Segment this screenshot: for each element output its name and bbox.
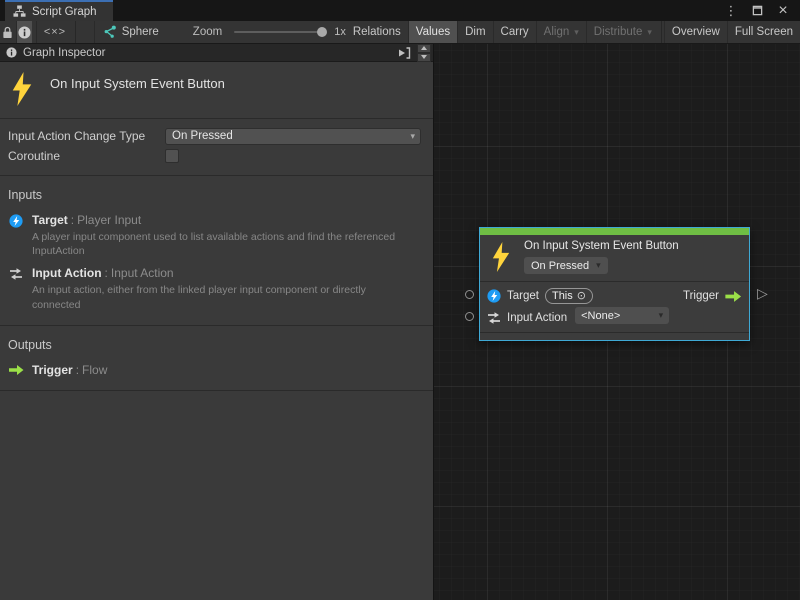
dock-panel-button[interactable] — [394, 47, 414, 59]
trigger-output-port[interactable]: ▷ — [757, 286, 768, 300]
port-doc-input-action: Input Action:Input Action An input actio… — [0, 262, 433, 315]
inputs-section: Inputs Target:Player Input A player inpu… — [0, 176, 433, 325]
graph-node-icon — [103, 25, 117, 39]
dock-icon — [397, 47, 411, 59]
input-action-port-label: Input Action — [507, 312, 567, 324]
lock-button[interactable] — [0, 21, 16, 43]
port-description: An input action, either from the linked … — [32, 283, 406, 311]
values-button[interactable]: Values — [408, 21, 457, 43]
triangle-up-icon — [421, 46, 427, 50]
variables-button[interactable]: <×> — [36, 21, 73, 43]
tab-script-graph[interactable]: Script Graph — [5, 0, 113, 21]
change-type-label: Input Action Change Type — [8, 129, 165, 143]
dim-button[interactable]: Dim — [457, 21, 492, 43]
scroll-down-button[interactable] — [417, 53, 431, 62]
info-icon — [18, 26, 31, 39]
change-type-value: On Pressed — [172, 130, 233, 142]
inspector-empty-area — [0, 391, 433, 600]
player-input-icon — [8, 214, 24, 258]
maximize-icon[interactable] — [750, 3, 764, 19]
graph-reference-label: Sphere — [122, 26, 159, 38]
fullscreen-button[interactable]: Full Screen — [727, 21, 800, 43]
carry-button[interactable]: Carry — [493, 21, 536, 43]
info-icon — [6, 47, 17, 58]
tab-bar: Script Graph ⋮ × — [0, 0, 800, 21]
port-doc-trigger: Trigger:Flow — [0, 359, 433, 381]
object-picker-icon: ⊙ — [577, 291, 586, 302]
zoom-value: 1x — [334, 26, 346, 38]
trigger-port-label: Trigger — [683, 290, 719, 302]
toolbar-right-group: Relations Values Dim Carry Align▾ Distri… — [346, 21, 800, 43]
target-input-port[interactable] — [465, 290, 474, 299]
port-description: A player input component used to list av… — [32, 230, 406, 258]
chevron-down-icon: ▾ — [410, 131, 415, 142]
inputs-heading: Inputs — [0, 181, 433, 209]
node-title: On Input System Event Button — [524, 240, 679, 252]
input-action-input-port[interactable] — [465, 312, 474, 321]
script-graph-window: Script Graph ⋮ × — [0, 0, 800, 600]
close-icon[interactable]: × — [776, 3, 790, 19]
node-header: On Input System Event Button On Pressed … — [480, 235, 749, 282]
node-on-input-system-event-button[interactable]: On Input System Event Button On Pressed … — [479, 227, 750, 341]
coroutine-label: Coroutine — [8, 149, 165, 163]
node-event-colorbar — [480, 228, 749, 235]
inspector-header: Graph Inspector — [0, 44, 433, 62]
selected-node-summary: On Input System Event Button — [0, 62, 433, 118]
lightning-bolt-icon — [10, 72, 34, 106]
chevron-down-icon: ▾ — [647, 27, 652, 38]
coroutine-checkbox[interactable] — [165, 149, 179, 163]
zoom-label: Zoom — [193, 26, 222, 38]
relations-button[interactable]: Relations — [346, 21, 408, 43]
node-mode-dropdown[interactable]: On Pressed ▾ — [524, 257, 608, 274]
outputs-heading: Outputs — [0, 331, 433, 359]
trigger-flow-arrow-icon — [725, 290, 742, 303]
align-button[interactable]: Align▾ — [536, 21, 586, 43]
distribute-button[interactable]: Distribute▾ — [586, 21, 659, 43]
input-action-icon — [487, 311, 501, 325]
zoom-slider-knob[interactable] — [317, 27, 327, 37]
zoom-slider[interactable] — [234, 31, 326, 33]
window-controls: ⋮ × — [724, 0, 800, 21]
inspector-toggle-button[interactable] — [16, 21, 32, 43]
graph-canvas[interactable]: On Input System Event Button On Pressed … — [434, 44, 800, 600]
toolbar-separator — [661, 21, 662, 43]
variables-icon: <×> — [44, 26, 66, 38]
toolbar: <×> Sphere Zoom 1x — [0, 21, 800, 44]
lock-icon — [2, 26, 13, 39]
chevron-down-icon: ▾ — [596, 260, 601, 271]
inspector-fields: Input Action Change Type On Pressed ▾ Co… — [0, 119, 433, 175]
inspector-title: Graph Inspector — [23, 47, 105, 59]
triangle-down-icon — [421, 55, 427, 59]
input-action-icon — [8, 267, 24, 311]
player-input-icon — [487, 289, 501, 303]
toolbar-separator — [75, 21, 76, 43]
script-graph-icon — [13, 5, 26, 18]
overview-button[interactable]: Overview — [664, 21, 727, 43]
change-type-dropdown[interactable]: On Pressed ▾ — [165, 128, 421, 145]
node-body: Target This ⊙ Trigger — [480, 282, 749, 333]
chevron-down-icon: ▾ — [574, 27, 579, 38]
outputs-section: Outputs Trigger:Flow — [0, 326, 433, 390]
zoom-control: Zoom 1x — [193, 21, 346, 43]
inspector-scroll-spinner — [417, 44, 431, 62]
chevron-down-icon: ▾ — [659, 310, 664, 321]
node-row-input-action: Input Action <None> ▾ — [487, 307, 742, 329]
node-footer — [480, 333, 749, 340]
tab-label: Script Graph — [32, 6, 97, 18]
input-action-dropdown[interactable]: <None> ▾ — [575, 307, 669, 324]
node-row-target: Target This ⊙ Trigger — [487, 285, 742, 307]
graph-inspector-panel: Graph Inspector — [0, 44, 434, 600]
graph-reference-button[interactable]: Sphere — [94, 21, 167, 43]
port-doc-target: Target:Player Input A player input compo… — [0, 209, 433, 262]
selected-node-title: On Input System Event Button — [50, 76, 225, 91]
lightning-bolt-icon — [491, 242, 511, 272]
flow-arrow-icon — [8, 364, 24, 377]
scroll-up-button[interactable] — [417, 44, 431, 53]
target-port-label: Target — [507, 290, 539, 302]
target-object-field[interactable]: This ⊙ — [545, 288, 593, 304]
window-menu-icon[interactable]: ⋮ — [724, 3, 738, 19]
